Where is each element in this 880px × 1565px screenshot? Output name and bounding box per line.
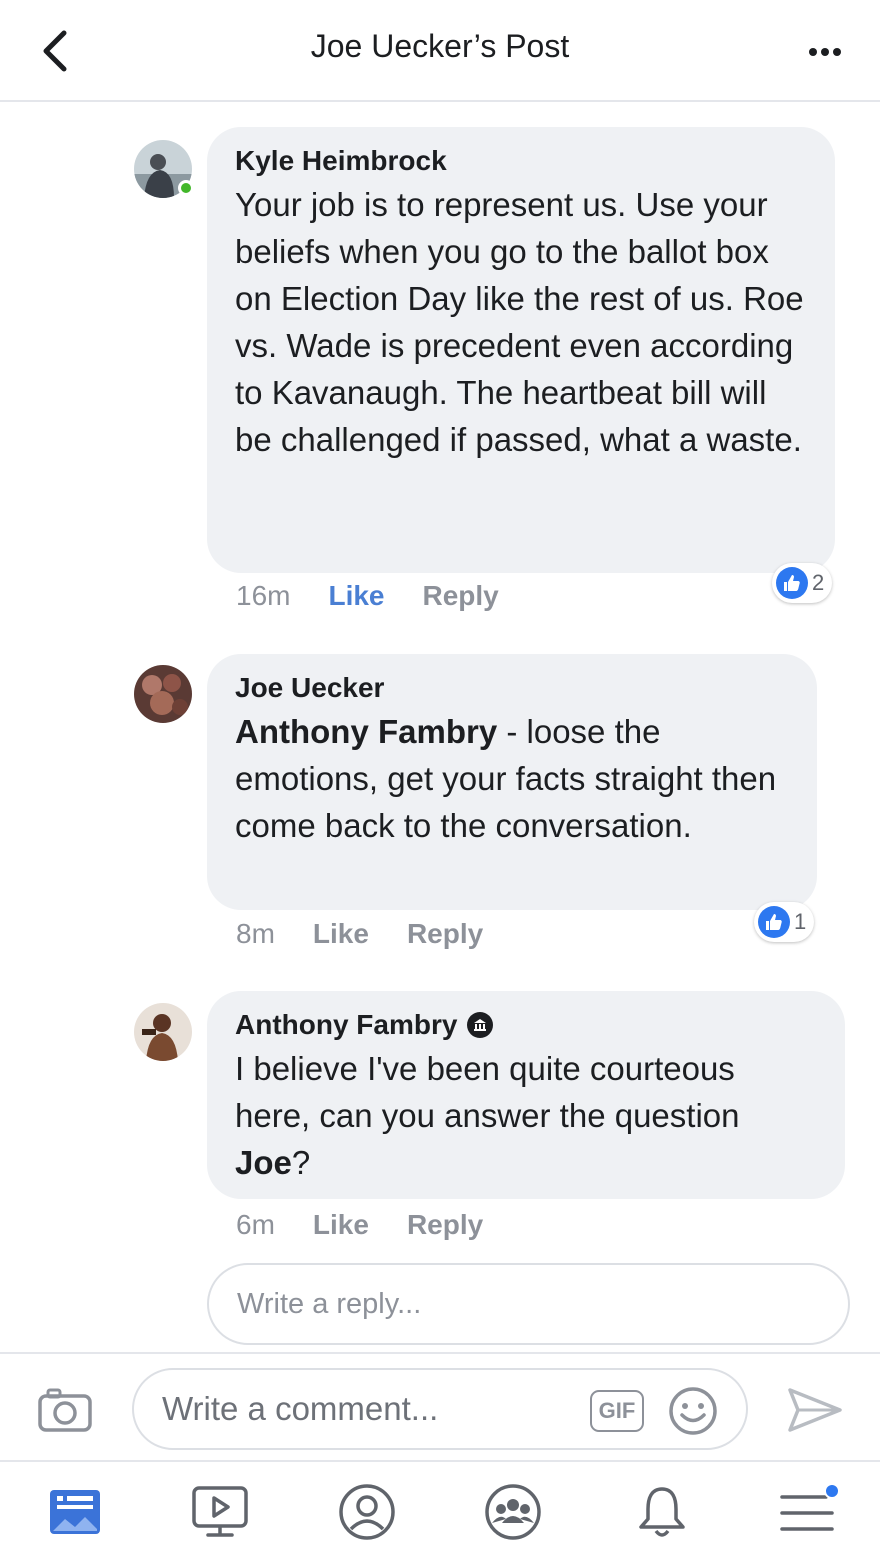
tab-news-feed[interactable] (43, 1480, 107, 1544)
comment-text: Your job is to represent us. Use your be… (235, 186, 804, 458)
thumbs-up-icon (758, 906, 790, 938)
bottom-tab-bar (0, 1462, 880, 1565)
gif-button[interactable]: GIF (590, 1390, 644, 1432)
reaction-count: 2 (812, 570, 825, 595)
more-dot-icon (833, 48, 841, 56)
comment-input[interactable]: Write a comment... GIF (132, 1368, 748, 1450)
tab-groups[interactable] (481, 1480, 545, 1544)
more-dot-icon (821, 48, 829, 56)
bell-icon (639, 1487, 685, 1537)
reaction-count: 1 (794, 909, 807, 934)
groups-icon (485, 1484, 541, 1540)
comment-actions: 16m Like Reply (236, 580, 499, 612)
page-title: Joe Uecker’s Post (310, 28, 570, 64)
mention-link[interactable]: Anthony Fambry (235, 713, 497, 750)
tab-menu[interactable] (776, 1480, 840, 1544)
tab-profile[interactable] (335, 1480, 399, 1544)
comment-composer: Write a comment... GIF (0, 1352, 880, 1462)
thumbs-up-icon (776, 567, 808, 599)
profile-icon (339, 1484, 395, 1540)
watch-icon (192, 1486, 248, 1537)
comment-text-body: I believe I've been quite courteous here… (235, 1050, 740, 1134)
comment-actions: 8m Like Reply (236, 918, 483, 950)
comment-author[interactable]: Kyle Heimbrock (235, 145, 807, 177)
avatar[interactable] (134, 1003, 192, 1061)
comment-text: I believe I've been quite courteous here… (235, 1045, 817, 1186)
tab-notifications[interactable] (630, 1480, 694, 1544)
emoji-icon[interactable] (666, 1384, 720, 1438)
like-button[interactable]: Like (313, 1209, 369, 1241)
like-button[interactable]: Like (313, 918, 369, 950)
comment-bubble: Joe Uecker Anthony Fambry - loose the em… (207, 654, 817, 910)
reply-button[interactable]: Reply (407, 1209, 483, 1241)
comment-author[interactable]: Joe Uecker (235, 672, 789, 704)
comment-text: Anthony Fambry - loose the emotions, get… (235, 708, 789, 849)
online-status-dot (178, 180, 194, 196)
news-feed-icon (50, 1490, 100, 1534)
comment-text-end: ? (291, 1144, 311, 1181)
send-icon[interactable] (784, 1384, 844, 1436)
page-badge-icon (467, 1012, 494, 1038)
comment-bubble: Anthony Fambry I believe I've been quite… (207, 991, 845, 1199)
like-button[interactable]: Like (328, 580, 384, 612)
comment-author-row: Anthony Fambry (235, 1009, 817, 1041)
avatar[interactable] (134, 665, 192, 723)
reaction-count-badge[interactable]: 2 (772, 563, 833, 603)
comment-bubble: Kyle Heimbrock Your job is to represent … (207, 127, 835, 573)
comment-timestamp: 16m (236, 580, 291, 611)
reaction-count-badge[interactable]: 1 (754, 902, 815, 942)
tab-watch[interactable] (188, 1480, 252, 1544)
comment-actions: 6m Like Reply (236, 1209, 483, 1241)
comment-timestamp: 6m (236, 1209, 275, 1240)
menu-icon (780, 1483, 840, 1531)
comment-input-placeholder: Write a comment... (162, 1390, 439, 1427)
post-header: Joe Uecker’s Post (0, 0, 880, 102)
comment-author[interactable]: Anthony Fambry (235, 1009, 457, 1041)
comment-timestamp: 8m (236, 918, 275, 949)
reply-button[interactable]: Reply (407, 918, 483, 950)
reply-button[interactable]: Reply (423, 580, 499, 612)
reply-input[interactable]: Write a reply... (207, 1263, 850, 1345)
more-options-button[interactable] (800, 30, 850, 74)
mention-link[interactable]: Joe (235, 1144, 292, 1181)
camera-icon[interactable] (36, 1386, 96, 1434)
more-dot-icon (809, 48, 817, 56)
